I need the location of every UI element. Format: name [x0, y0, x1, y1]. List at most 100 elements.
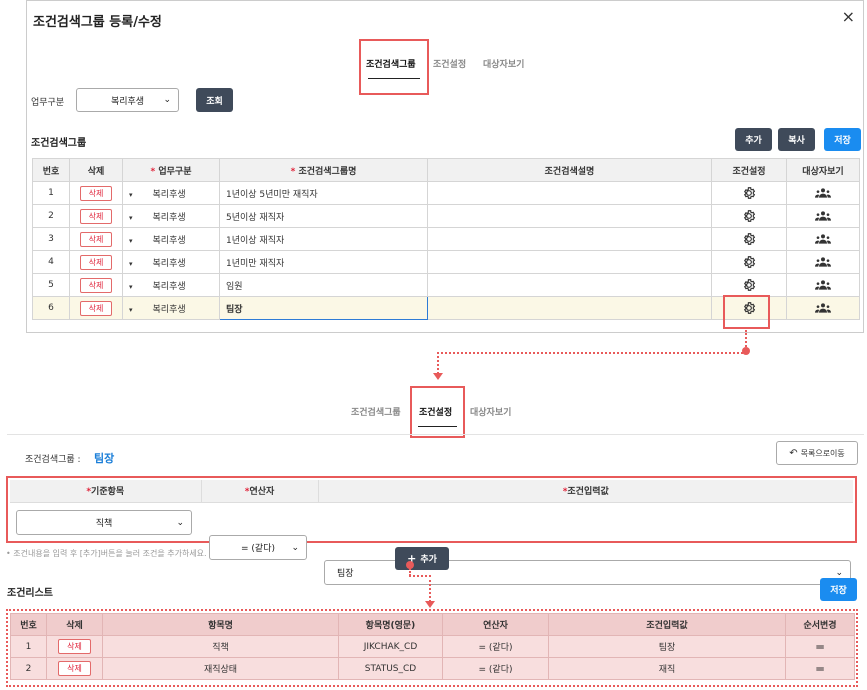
table-row[interactable]: 1 삭제 ▾ 복리후생 1년이상 5년미만 재직자 [32, 181, 860, 205]
table-row[interactable]: 4 삭제 ▾ 복리후생 1년미만 재직자 [32, 250, 860, 274]
row-no: 2 [32, 204, 70, 228]
chevron-down-icon: ⌄ [176, 517, 184, 528]
drag-handle-icon[interactable]: ═ [816, 640, 823, 654]
group-value: 팀장 [94, 452, 115, 465]
add-condition-button[interactable]: + 추가 [395, 547, 449, 570]
tab-target-view[interactable]: 대상자보기 [483, 57, 524, 70]
list-item-name: 재직상태 [102, 657, 339, 680]
operator-value: = (같다) [241, 544, 275, 554]
col-operator: 연산자 [442, 613, 549, 636]
row-condition-setting [711, 181, 787, 205]
delete-button[interactable]: 삭제 [79, 231, 113, 247]
table-row[interactable]: 2 삭제 ▾ 복리후생 5년이상 재직자 [32, 204, 860, 228]
drag-handle-icon[interactable]: ═ [816, 662, 823, 676]
row-group-desc[interactable] [427, 250, 712, 274]
required-mark: * [150, 166, 156, 177]
delete-button[interactable]: 삭제 [79, 208, 113, 224]
row-group-name[interactable]: 1년이상 재직자 [219, 227, 428, 251]
row-delete-cell: 삭제 [69, 204, 123, 228]
row-biz-type[interactable]: ▾ 복리후생 [122, 296, 220, 320]
save-button[interactable]: 저장 [824, 128, 861, 151]
add-button[interactable]: 추가 [735, 128, 772, 151]
list-item[interactable]: 2 삭제 재직상태 STATUS_CD = (같다) 재직 ═ [10, 657, 855, 680]
row-biz-type[interactable]: ▾ 복리후생 [122, 204, 220, 228]
operator-select[interactable]: = (같다) ⌄ [209, 535, 307, 560]
tab-target-view-2[interactable]: 대상자보기 [470, 405, 511, 418]
caret-down-icon: ▾ [129, 213, 133, 222]
row-group-name[interactable]: 1년미만 재직자 [219, 250, 428, 274]
condition-list-box: 번호 삭제 항목명 항목명(영문) 연산자 조건입력값 순서변경 1 삭제 직책 JI… [6, 609, 858, 687]
save-list-button[interactable]: 저장 [820, 578, 857, 601]
add-condition-label: 추가 [420, 555, 437, 565]
users-icon[interactable] [815, 234, 831, 245]
col-operator: *연산자 [201, 480, 319, 503]
tab-condition-group[interactable]: 조건검색그룹 [366, 57, 416, 70]
users-icon[interactable] [815, 257, 831, 268]
row-biz-type[interactable]: ▾ 복리후생 [122, 273, 220, 297]
col-delete: 삭제 [69, 158, 123, 182]
connector-line [429, 575, 431, 602]
table-header-row: 번호 삭제 * 업무구분 * 조건검색그룹명 조건검색설명 조건설정 대상자보기 [32, 158, 860, 182]
gear-icon[interactable] [742, 279, 756, 291]
users-icon[interactable] [815, 188, 831, 199]
col-input-value: *조건입력값 [318, 480, 853, 503]
condition-list-table: 번호 삭제 항목명 항목명(영문) 연산자 조건입력값 순서변경 1 삭제 직책 JI… [10, 613, 855, 680]
users-icon[interactable] [815, 211, 831, 222]
delete-button[interactable]: 삭제 [79, 277, 113, 293]
row-target-view [786, 181, 860, 205]
tab-condition-group-2[interactable]: 조건검색그룹 [351, 405, 401, 418]
row-group-desc[interactable] [427, 204, 712, 228]
caret-down-icon: ▾ [129, 236, 133, 245]
gear-icon[interactable] [742, 256, 756, 268]
row-group-name[interactable]: 임원 [219, 273, 428, 297]
list-reorder: ═ [785, 657, 855, 680]
table-row[interactable]: 5 삭제 ▾ 복리후생 임원 [32, 273, 860, 297]
caret-down-icon: ▾ [129, 190, 133, 199]
col-group-desc: 조건검색설명 [427, 158, 712, 182]
row-group-desc[interactable] [427, 181, 712, 205]
row-group-desc[interactable] [427, 273, 712, 297]
list-reorder: ═ [785, 635, 855, 658]
row-group-name[interactable]: 팀장 [219, 296, 428, 320]
tab-condition-setting-2[interactable]: 조건설정 [419, 405, 452, 418]
row-target-view [786, 204, 860, 228]
col-condition-setting: 조건설정 [711, 158, 787, 182]
row-group-desc[interactable] [427, 296, 712, 320]
delete-button[interactable]: 삭제 [79, 300, 113, 316]
list-item[interactable]: 1 삭제 직책 JIKCHAK_CD = (같다) 팀장 ═ [10, 635, 855, 658]
back-to-list-button[interactable]: ↶ 목록으로이동 [776, 441, 858, 465]
search-button[interactable]: 조회 [196, 88, 233, 112]
chevron-down-icon: ⌄ [835, 567, 843, 578]
list-item-name-en: JIKCHAK_CD [338, 635, 443, 658]
row-biz-type[interactable]: ▾ 복리후생 [122, 181, 220, 205]
col-target-view: 대상자보기 [786, 158, 860, 182]
row-biz-type[interactable]: ▾ 복리후생 [122, 227, 220, 251]
chevron-down-icon: ⌄ [163, 95, 171, 105]
table-header-row: 번호 삭제 항목명 항목명(영문) 연산자 조건입력값 순서변경 [10, 613, 855, 636]
users-icon[interactable] [815, 280, 831, 291]
tab-condition-setting[interactable]: 조건설정 [433, 57, 466, 70]
row-biz-type[interactable]: ▾ 복리후생 [122, 250, 220, 274]
gear-icon[interactable] [742, 210, 756, 222]
std-item-select[interactable]: 직책 ⌄ [16, 510, 192, 535]
col-std-item: *기준항목 [10, 480, 202, 503]
delete-button[interactable]: 삭제 [79, 254, 113, 270]
close-icon[interactable]: × [842, 7, 855, 26]
delete-button[interactable]: 삭제 [58, 639, 91, 654]
row-group-name[interactable]: 5년이상 재직자 [219, 204, 428, 228]
row-no: 3 [32, 227, 70, 251]
row-target-view [786, 227, 860, 251]
condition-input-table: *기준항목 *연산자 *조건입력값 [10, 480, 853, 503]
delete-button[interactable]: 삭제 [79, 185, 113, 201]
biz-type-select[interactable]: 복리후생 ⌄ [76, 88, 179, 112]
gear-icon[interactable] [742, 187, 756, 199]
delete-button[interactable]: 삭제 [58, 661, 91, 676]
row-group-name[interactable]: 1년이상 5년미만 재직자 [219, 181, 428, 205]
tab-underline [418, 426, 457, 427]
gear-icon[interactable] [742, 233, 756, 245]
table-row[interactable]: 3 삭제 ▾ 복리후생 1년이상 재직자 [32, 227, 860, 251]
back-to-list-label: 목록으로이동 [800, 448, 845, 458]
users-icon[interactable] [815, 303, 831, 314]
row-group-desc[interactable] [427, 227, 712, 251]
copy-button[interactable]: 복사 [778, 128, 815, 151]
